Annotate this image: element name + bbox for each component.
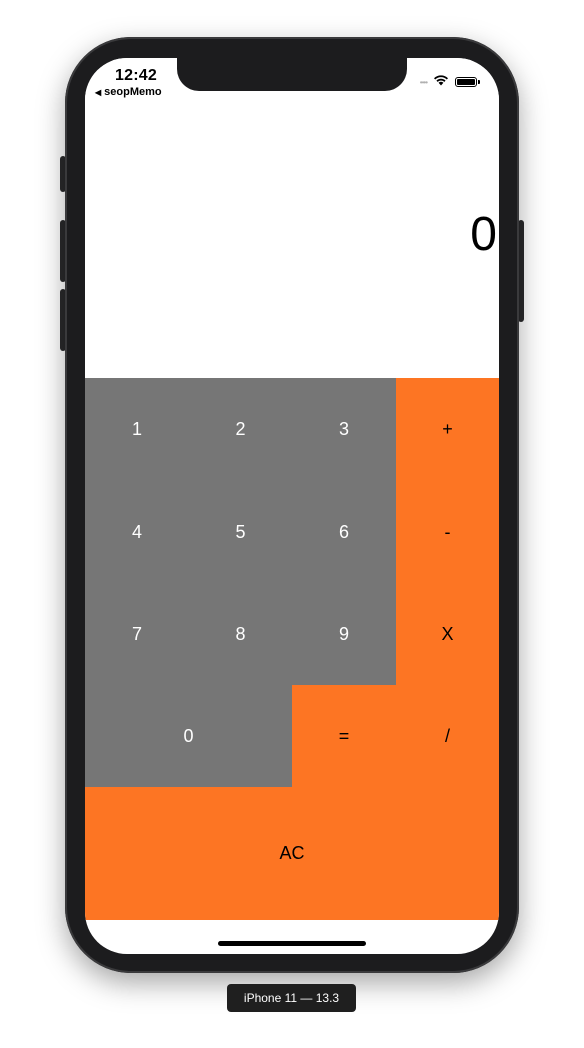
back-to-app-link[interactable]: ◀ seopMemo: [95, 86, 162, 98]
status-indicators: ••••: [419, 73, 480, 91]
key-divide[interactable]: /: [396, 685, 499, 787]
signal-icon: ••••: [419, 77, 428, 87]
back-triangle-icon: ◀: [95, 87, 102, 97]
key-clear[interactable]: AC: [85, 787, 499, 920]
display-value: 0: [470, 208, 497, 261]
key-8[interactable]: 8: [189, 583, 292, 685]
status-time: 12:42: [115, 67, 157, 84]
home-indicator[interactable]: [218, 941, 366, 946]
simulator-stage: 0 1 2 3 + 4 5 6 - 7 8 9 X 0 = / AC 12:42…: [0, 0, 584, 1048]
key-minus[interactable]: -: [396, 481, 499, 583]
battery-icon: [455, 77, 480, 87]
key-9[interactable]: 9: [292, 583, 396, 685]
wifi-icon: [433, 73, 449, 91]
key-6[interactable]: 6: [292, 481, 396, 583]
key-1[interactable]: 1: [85, 378, 189, 481]
device-notch: [177, 58, 407, 91]
key-2[interactable]: 2: [189, 378, 292, 481]
key-0[interactable]: 0: [85, 685, 292, 787]
device-screen: 0 1 2 3 + 4 5 6 - 7 8 9 X 0 = / AC 12:42…: [85, 58, 499, 954]
back-app-label: seopMemo: [104, 86, 162, 98]
key-7[interactable]: 7: [85, 583, 189, 685]
key-multiply[interactable]: X: [396, 583, 499, 685]
key-3[interactable]: 3: [292, 378, 396, 481]
key-plus[interactable]: +: [396, 378, 499, 481]
calculator-display: 0: [85, 58, 499, 378]
key-4[interactable]: 4: [85, 481, 189, 583]
key-5[interactable]: 5: [189, 481, 292, 583]
simulator-device-label: iPhone 11 — 13.3: [227, 984, 356, 1012]
key-equals[interactable]: =: [292, 685, 396, 787]
